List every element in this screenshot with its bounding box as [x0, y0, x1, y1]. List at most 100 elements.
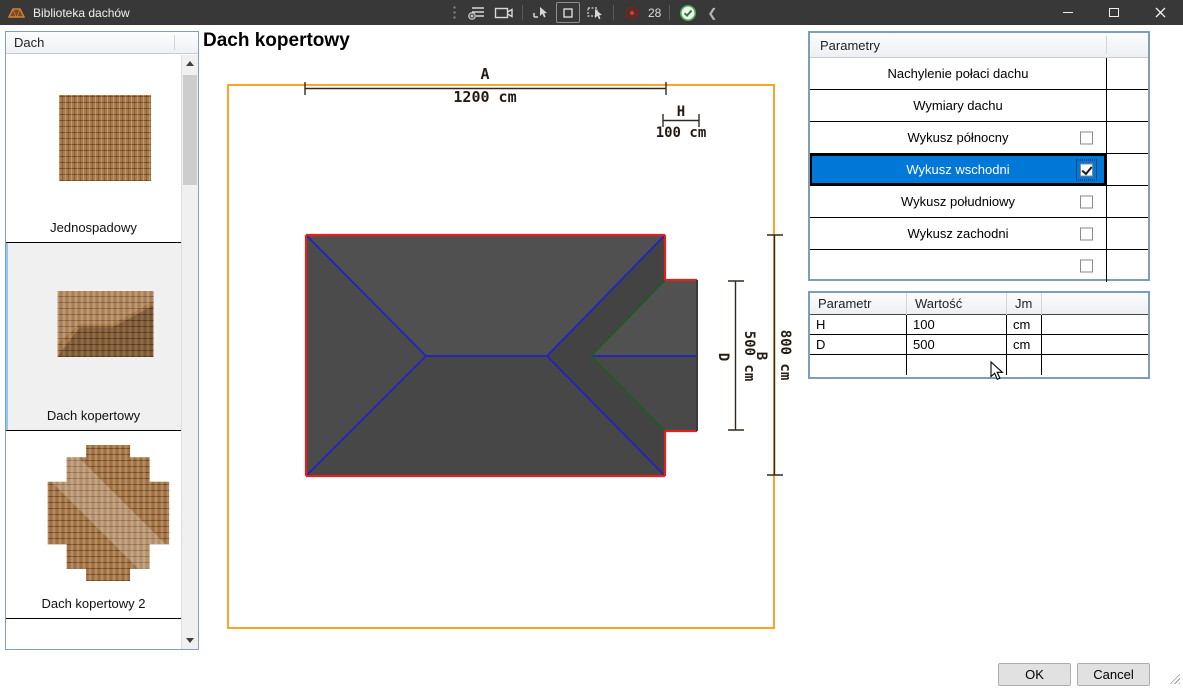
checkbox-empty-row[interactable]: [1080, 260, 1093, 273]
resize-grip[interactable]: [1167, 671, 1180, 684]
select-region-button[interactable]: [556, 2, 580, 23]
pick-corner-button[interactable]: [529, 2, 553, 23]
param-row-wykusz-polnocny[interactable]: Wykusz północny: [810, 122, 1148, 154]
dim-b-name: B: [753, 352, 769, 360]
dimension-a: A 1200 cm: [305, 65, 666, 106]
param-row-side-cell: [1107, 58, 1148, 89]
param-row-nachylenie[interactable]: Nachylenie połaci dachu: [810, 58, 1148, 90]
camera-button[interactable]: [492, 2, 516, 23]
maximize-button[interactable]: [1091, 0, 1137, 25]
toolbar-grip[interactable]: [452, 5, 458, 21]
roof-item-label: Dach kopertowy 2: [6, 596, 181, 611]
app-roof-icon: [8, 6, 25, 19]
close-button[interactable]: [1137, 0, 1183, 25]
table-row-h[interactable]: H 100 cm: [810, 315, 1148, 335]
record-indicator-button[interactable]: [620, 2, 644, 23]
cell-parametr[interactable]: H: [810, 315, 907, 335]
column-header-label: Dach: [14, 35, 44, 50]
dim-d-name: D: [715, 353, 731, 361]
cell-jm[interactable]: [1007, 355, 1042, 375]
cell-jm[interactable]: cm: [1007, 315, 1042, 335]
param-row-wykusz-wschodni[interactable]: Wykusz wschodni: [810, 154, 1148, 186]
cell-wartosc[interactable]: 500: [907, 335, 1007, 355]
param-row-wykusz-zachodni[interactable]: Wykusz zachodni: [810, 218, 1148, 250]
param-row-side-cell: [1107, 250, 1148, 282]
check-circle-icon: [679, 4, 697, 22]
param-row-wymiary[interactable]: Wymiary dachu: [810, 90, 1148, 122]
toolbar-separator: [613, 5, 614, 20]
param-row-label: Wymiary dachu: [913, 98, 1002, 113]
toolbar-separator: [669, 5, 670, 20]
param-row-empty[interactable]: [810, 250, 1148, 282]
param-row-label: Wykusz północny: [907, 130, 1008, 145]
toolbar-separator: [522, 5, 523, 20]
record-target-icon: [624, 5, 640, 21]
dimension-h: H 100 cm: [656, 104, 707, 141]
drawing-boundary: [228, 85, 774, 628]
square-select-icon: [560, 5, 576, 21]
minimize-button[interactable]: [1045, 0, 1091, 25]
ok-button[interactable]: OK: [998, 663, 1071, 686]
param-row-side-cell: [1107, 90, 1148, 121]
roof-library-dialog: Biblioteka dachów: [0, 0, 1183, 688]
confirm-button[interactable]: [676, 2, 700, 23]
window-title: Biblioteka dachów: [33, 6, 130, 20]
dim-a-name: A: [480, 65, 489, 83]
close-icon: [1155, 7, 1166, 18]
parameters-panel: Parametry Nachylenie połaci dachu Wymiar…: [808, 31, 1150, 281]
page-title: Dach kopertowy: [203, 30, 350, 52]
scrollbar-thumb[interactable]: [183, 75, 197, 185]
toolbar-counter: 28: [648, 6, 661, 20]
cell-extra: [1042, 315, 1148, 335]
scroll-up-button[interactable]: [182, 55, 198, 72]
roof-item-jednospadowy[interactable]: Jednospadowy: [6, 55, 181, 243]
param-row-side-cell: [1107, 122, 1148, 153]
titlebar-toolbar: 28 ❮: [452, 0, 717, 25]
add-view-button[interactable]: [465, 2, 489, 23]
cell-extra: [1042, 335, 1148, 355]
column-header-extra[interactable]: [1042, 293, 1148, 315]
dim-h-name: H: [677, 104, 685, 120]
parameters-header-label: Parametry: [820, 38, 880, 53]
column-header-parametr[interactable]: Parametr: [810, 293, 907, 315]
roof-list: Jednospadowy Dach kopertowy Dach koperto…: [6, 55, 181, 649]
table-row-d[interactable]: D 500 cm: [810, 335, 1148, 355]
scroll-down-button[interactable]: [182, 632, 198, 649]
roof-thumbnail-jednospadowy: [59, 95, 151, 181]
roof-plan: [306, 235, 697, 476]
dim-a-value: 1200 cm: [453, 88, 516, 106]
list-scrollbar[interactable]: [181, 55, 198, 649]
parameters-header: Parametry: [810, 33, 1148, 58]
table-row-empty[interactable]: [810, 355, 1148, 375]
cell-parametr[interactable]: [810, 355, 907, 375]
table-header-row: Parametr Wartość Jm: [810, 293, 1148, 315]
cancel-button[interactable]: Cancel: [1077, 663, 1150, 686]
column-header-wartosc[interactable]: Wartość: [907, 293, 1007, 315]
arrow-up-icon: [186, 61, 194, 66]
cell-parametr[interactable]: D: [810, 335, 907, 355]
param-row-label: Wykusz zachodni: [907, 226, 1008, 241]
list-column-header[interactable]: Dach: [6, 32, 198, 54]
column-header-jm[interactable]: Jm: [1007, 293, 1042, 315]
checkbox-wykusz-wschodni[interactable]: [1080, 163, 1093, 176]
param-row-label: Wykusz wschodni: [906, 162, 1009, 177]
roof-item-label: Dach kopertowy: [6, 408, 181, 423]
arrow-down-icon: [186, 638, 194, 643]
cell-jm[interactable]: cm: [1007, 335, 1042, 355]
checkbox-wykusz-poludniowy[interactable]: [1080, 195, 1093, 208]
maximize-icon: [1109, 8, 1119, 17]
minimize-icon: [1063, 12, 1073, 13]
checkbox-wykusz-polnocny[interactable]: [1080, 131, 1093, 144]
cell-wartosc[interactable]: 100: [907, 315, 1007, 335]
roof-item-dach-kopertowy-2[interactable]: Dach kopertowy 2: [6, 431, 181, 619]
valley-lines: [591, 280, 665, 431]
titlebar[interactable]: Biblioteka dachów: [0, 0, 1183, 25]
dimension-d: D 500 cm: [715, 281, 757, 430]
param-row-wykusz-poludniowy[interactable]: Wykusz południowy: [810, 186, 1148, 218]
pick-region-button[interactable]: [583, 2, 607, 23]
roof-item-dach-kopertowy[interactable]: Dach kopertowy: [6, 243, 181, 431]
param-row-side-cell: [1107, 218, 1148, 249]
mouse-cursor: [990, 361, 1008, 381]
collapse-toolbar-chevron[interactable]: ❮: [707, 6, 717, 20]
checkbox-wykusz-zachodni[interactable]: [1080, 227, 1093, 240]
